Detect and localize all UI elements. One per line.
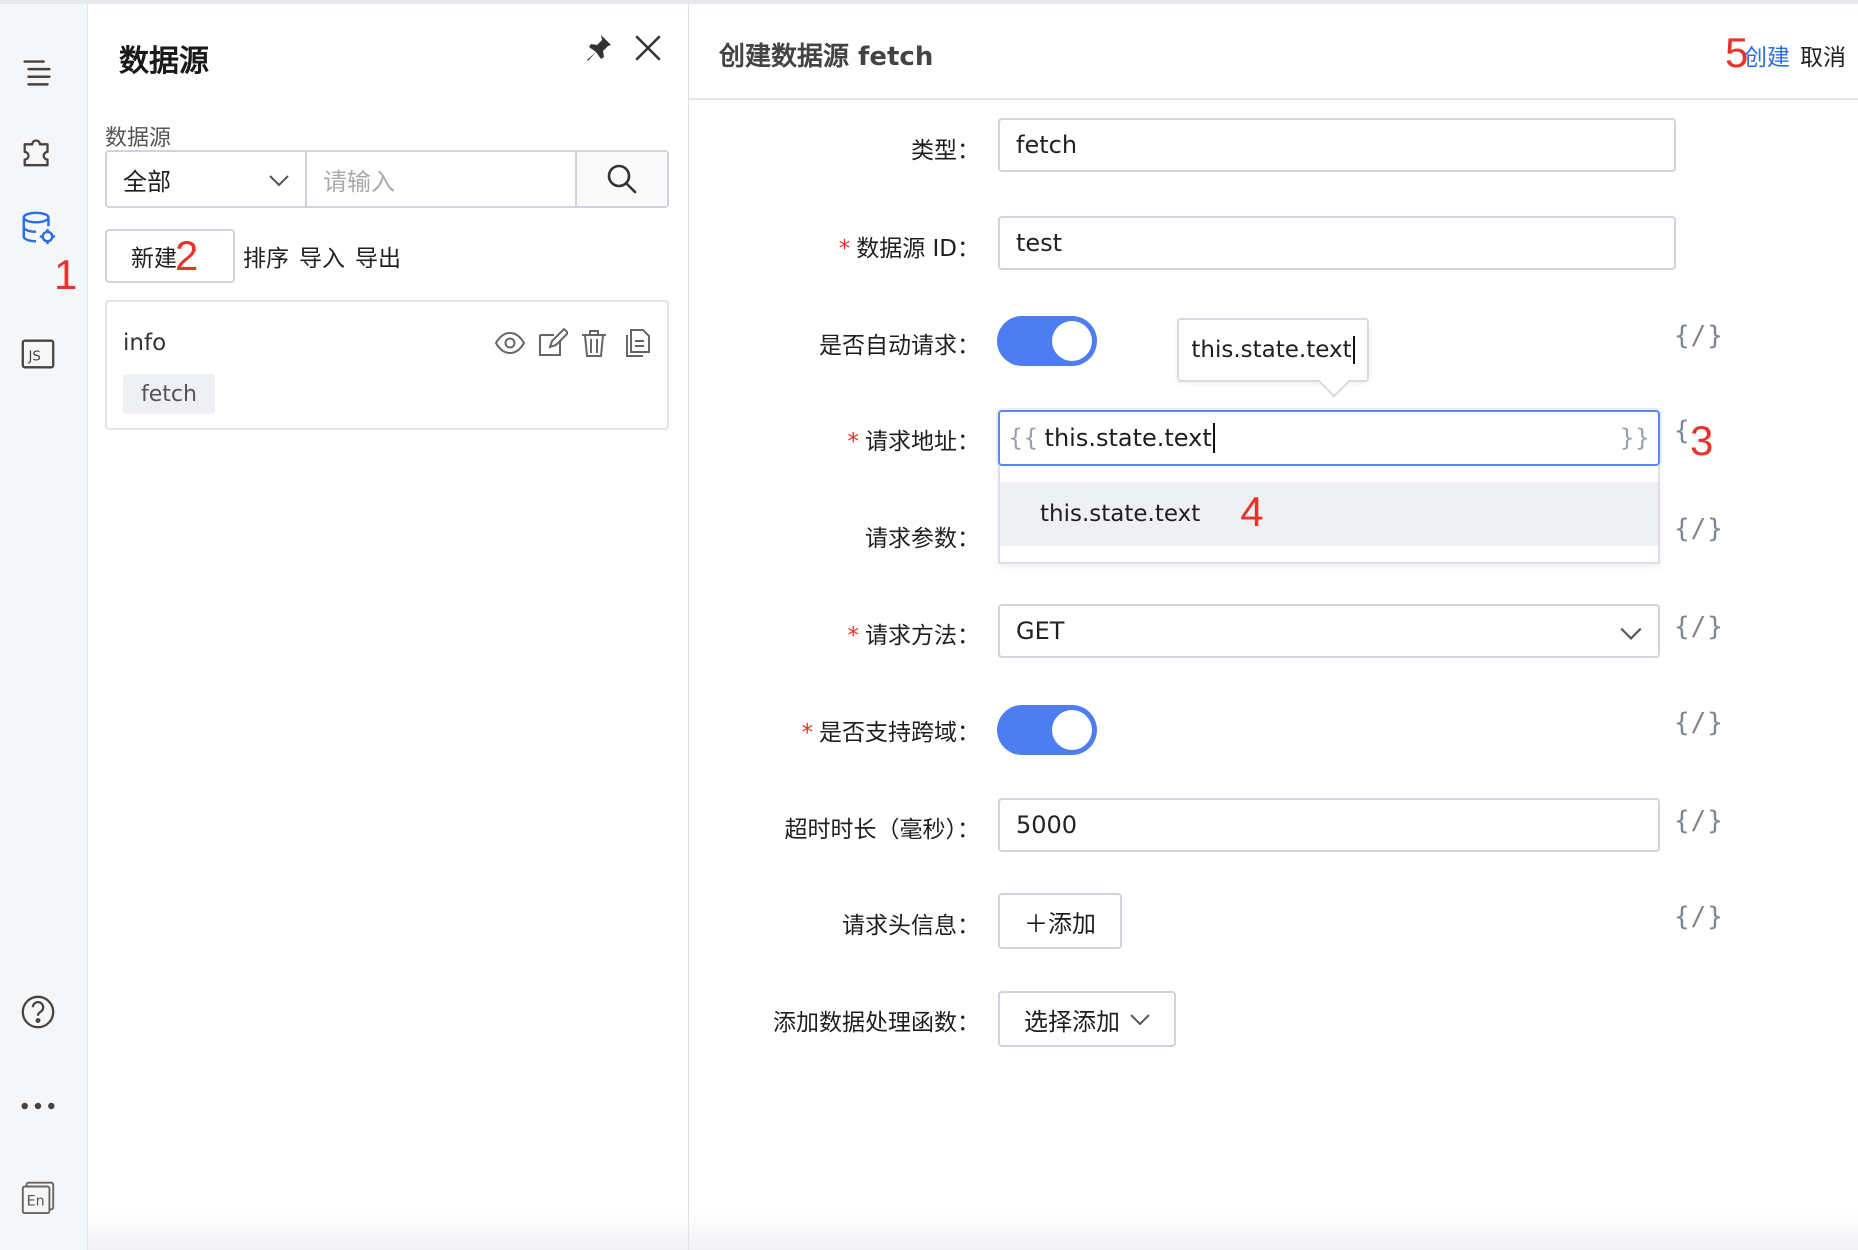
url-expression-value: this.state.text <box>1044 424 1212 452</box>
cors-label: * 是否支持跨域： <box>801 720 981 746</box>
panel-title: 数据源 <box>119 44 209 79</box>
datasource-icon[interactable] <box>18 208 58 248</box>
cors-toggle[interactable] <box>997 705 1097 755</box>
auto-request-toggle[interactable] <box>997 316 1097 366</box>
svg-text:JS: JS <box>28 350 41 365</box>
handler-label: 添加数据处理函数： <box>773 1010 980 1036</box>
annotation-2: 2 <box>175 232 199 279</box>
outline-tree-icon[interactable] <box>18 52 58 92</box>
add-handler-dropdown[interactable]: 选择添加 <box>998 991 1176 1047</box>
url-label: * 请求地址： <box>847 429 981 455</box>
datasource-name: info <box>123 330 167 356</box>
svg-text:En: En <box>27 1194 45 1210</box>
more-icon[interactable] <box>18 1086 58 1126</box>
new-button-label: 新建 <box>131 246 177 272</box>
copy-icon[interactable] <box>619 326 653 360</box>
headers-label: 请求头信息： <box>842 913 980 939</box>
add-handler-label: 选择添加 <box>1024 1007 1120 1036</box>
expression-tooltip: this.state.text <box>1177 318 1369 382</box>
search-button[interactable] <box>575 152 667 206</box>
timeout-field[interactable]: 5000 <box>998 798 1660 852</box>
chevron-down-icon <box>1620 627 1642 640</box>
cors-expr-icon[interactable]: {/} <box>1674 708 1724 738</box>
pin-icon[interactable] <box>582 32 614 64</box>
search-input[interactable]: 请输入 <box>307 152 575 206</box>
chevron-down-icon <box>1130 1014 1150 1026</box>
export-link[interactable]: 导出 <box>355 239 401 273</box>
headers-expr-icon[interactable]: {/} <box>1674 902 1724 932</box>
filter-label: 数据源 <box>105 126 172 151</box>
create-button[interactable]: 创建 <box>1744 38 1790 72</box>
id-label: * 数据源 ID： <box>838 236 980 262</box>
datasource-card[interactable]: info fetch <box>105 300 669 430</box>
sort-link[interactable]: 排序 <box>243 239 289 273</box>
type-filter-value: 全部 <box>123 167 171 196</box>
datasource-type-tag: fetch <box>123 374 215 414</box>
form-header: 创建数据源 fetch 5 创建 取消 <box>689 4 1858 100</box>
brace-close: }} <box>1619 424 1650 452</box>
bottom-shade <box>88 1210 1858 1250</box>
icon-rail: 1 JS En <box>0 4 88 1250</box>
auto-request-label: 是否自动请求： <box>819 333 980 359</box>
method-value: GET <box>1016 617 1065 645</box>
cancel-button[interactable]: 取消 <box>1800 38 1846 72</box>
help-icon[interactable] <box>18 992 58 1032</box>
filter-box: 全部 请输入 <box>105 150 669 208</box>
brace-open: {{ <box>1008 424 1039 452</box>
search-icon <box>607 164 637 194</box>
method-expr-icon[interactable]: {/} <box>1674 612 1724 642</box>
url-expr-icon[interactable]: { <box>1674 416 1691 446</box>
add-header-button[interactable]: ＋添加 <box>998 893 1122 949</box>
params-expr-icon[interactable]: {/} <box>1674 514 1724 544</box>
type-filter-select[interactable]: 全部 <box>107 152 307 206</box>
new-button[interactable]: 新建 2 <box>105 229 235 283</box>
delete-icon[interactable] <box>577 326 611 360</box>
annotation-1: 1 <box>54 251 78 298</box>
annotation-4: 4 <box>1240 488 1264 535</box>
method-select[interactable]: GET <box>998 604 1660 658</box>
view-icon[interactable] <box>493 326 527 360</box>
datasource-panel: 数据源 数据源 全部 请输入 新建 2 排序 导入 导出 info fetch <box>88 4 689 1250</box>
type-label: 类型： <box>911 138 980 164</box>
type-field[interactable]: fetch <box>998 118 1676 172</box>
method-label: * 请求方法： <box>847 623 981 649</box>
card-actions <box>493 326 653 360</box>
panel-actions: 新建 2 排序 导入 导出 <box>105 228 401 284</box>
close-icon[interactable] <box>632 32 664 64</box>
language-en-icon[interactable]: En <box>18 1176 58 1216</box>
chevron-down-icon <box>269 175 289 187</box>
url-expression-input[interactable]: {{ this.state.text }} <box>998 410 1660 466</box>
auto-request-expr-icon[interactable]: {/} <box>1674 321 1724 351</box>
import-link[interactable]: 导入 <box>299 239 345 273</box>
form-title: 创建数据源 fetch <box>719 42 934 72</box>
edit-icon[interactable] <box>535 326 569 360</box>
timeout-label: 超时时长（毫秒）： <box>784 817 981 843</box>
datasource-id-field[interactable]: test <box>998 216 1676 270</box>
component-puzzle-icon[interactable] <box>18 130 58 170</box>
suggestion-item[interactable]: this.state.text 4 <box>1000 482 1658 546</box>
params-label: 请求参数： <box>865 526 980 552</box>
annotation-3: 3 <box>1690 417 1714 464</box>
js-icon[interactable]: JS <box>18 334 58 374</box>
suggestion-dropdown: this.state.text 4 <box>998 466 1660 564</box>
timeout-expr-icon[interactable]: {/} <box>1674 806 1724 836</box>
